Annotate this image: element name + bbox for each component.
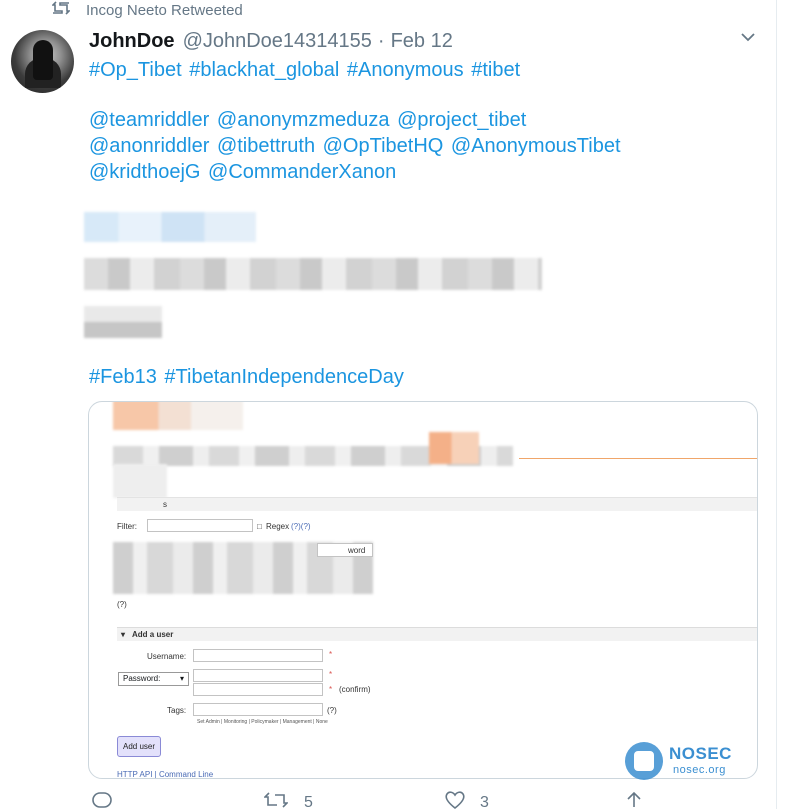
mention-link[interactable]: @kridthoejG	[89, 161, 200, 183]
display-name[interactable]: JohnDoe	[89, 30, 175, 53]
mention-link[interactable]: @OpTibetHQ	[323, 135, 444, 157]
username-input[interactable]	[193, 649, 323, 662]
footer-links[interactable]: HTTP API | Command Line	[117, 770, 213, 778]
username-label: Username:	[147, 652, 187, 661]
retweet-count: 5	[304, 793, 313, 809]
redacted-text-block	[84, 306, 162, 338]
add-user-section-header[interactable]: ▾ Add a user	[117, 627, 757, 641]
dropdown-arrow-icon: ▾	[179, 674, 184, 683]
tweet-actions: 5 3	[0, 791, 790, 809]
like-button[interactable]: 3	[444, 791, 489, 809]
user-handle[interactable]: @JohnDoe14314155	[183, 30, 372, 53]
redacted-link-block	[84, 212, 256, 242]
hashtag-link[interactable]: #Anonymous	[347, 59, 464, 81]
mention-link[interactable]: @project_tibet	[397, 109, 526, 131]
share-button[interactable]	[624, 791, 644, 809]
collapse-triangle-icon: ▾	[121, 630, 126, 639]
heart-icon	[444, 791, 466, 809]
reply-icon	[92, 791, 112, 809]
hashtag-line-1: #Op_Tibet #blackhat_global #Anonymous #t…	[89, 57, 522, 83]
mention-link[interactable]: @anonriddler	[89, 135, 209, 157]
add-user-button[interactable]: Add user	[117, 736, 161, 757]
mention-link[interactable]: @AnonymousTibet	[451, 135, 621, 157]
password-confirm-input[interactable]	[193, 683, 323, 696]
required-mark: *	[329, 685, 333, 694]
hashtag-line-2: #Feb13 #TibetanIndependenceDay	[89, 364, 406, 390]
hashtag-link[interactable]: #blackhat_global	[189, 59, 339, 81]
retweet-context-text: Incog Neeto Retweeted	[86, 1, 243, 19]
tweet-date[interactable]: Feb 12	[391, 30, 453, 53]
retweet-button[interactable]: 5	[263, 791, 313, 809]
watermark-brand: NOSEC	[669, 744, 732, 763]
filter-label: Filter:	[117, 522, 137, 531]
mention-link[interactable]: @teamriddler	[89, 109, 209, 131]
password-select[interactable]: Password: ▾	[118, 672, 189, 686]
confirm-label: (confirm)	[339, 685, 371, 694]
add-user-section-title: Add a user	[132, 630, 174, 639]
tags-help[interactable]: (?)	[327, 706, 337, 715]
mention-line-3: @kridthoejG @CommanderXanon	[89, 159, 398, 185]
shield-icon	[625, 742, 663, 780]
section-header-fragment: s	[163, 500, 167, 509]
like-count: 3	[480, 793, 489, 809]
mention-link[interactable]: @tibettruth	[217, 135, 315, 157]
tags-label: Tags:	[167, 706, 187, 715]
redacted-logo	[113, 402, 243, 430]
attached-image[interactable]: s Filter: □ Regex (?)(?) word (?) ▾ Add …	[88, 401, 758, 779]
required-mark: *	[329, 650, 333, 659]
retweet-icon	[51, 1, 72, 19]
mention-link[interactable]: @anonymzmeduza	[217, 109, 390, 131]
avatar[interactable]	[11, 30, 74, 93]
redacted-tab	[429, 432, 479, 464]
header-divider	[519, 458, 757, 459]
redacted-text-block	[84, 258, 542, 290]
tweet-header: JohnDoe @JohnDoe14314155 · Feb 12	[89, 30, 453, 54]
section-header: s	[117, 497, 757, 511]
watermark-site: nosec.org	[673, 764, 726, 776]
nosec-watermark: NOSEC nosec.org	[625, 738, 749, 782]
retweet-action-icon	[263, 791, 289, 809]
regex-label: Regex	[266, 522, 290, 531]
password-input[interactable]	[193, 669, 323, 682]
hashtag-link[interactable]: #tibet	[471, 59, 520, 81]
timeline-divider	[776, 0, 777, 809]
mention-line-1: @teamriddler @anonymzmeduza @project_tib…	[89, 107, 528, 133]
mention-link[interactable]: @CommanderXanon	[208, 161, 396, 183]
required-mark: *	[329, 670, 333, 679]
hashtag-link[interactable]: #TibetanIndependenceDay	[164, 366, 403, 388]
regex-help-link[interactable]: (?)(?)	[291, 522, 311, 531]
table-help: (?)	[117, 600, 127, 609]
separator: ·	[377, 30, 385, 52]
filter-input[interactable]	[147, 519, 253, 532]
password-button[interactable]: word	[317, 543, 373, 557]
hashtag-link[interactable]: #Feb13	[89, 366, 157, 388]
share-icon	[624, 791, 644, 809]
reply-button[interactable]	[92, 791, 112, 809]
redacted-block	[113, 464, 167, 498]
retweet-context[interactable]: Incog Neeto Retweeted	[51, 0, 243, 20]
regex-checkbox[interactable]: □	[257, 522, 262, 531]
tag-presets[interactable]: Set Admin | Monitoring | Policymaker | M…	[197, 719, 328, 725]
chevron-down-icon[interactable]	[738, 28, 758, 48]
tags-input[interactable]	[193, 703, 323, 716]
hashtag-link[interactable]: #Op_Tibet	[89, 59, 182, 81]
mention-line-2: @anonriddler @tibettruth @OpTibetHQ @Ano…	[89, 133, 623, 159]
